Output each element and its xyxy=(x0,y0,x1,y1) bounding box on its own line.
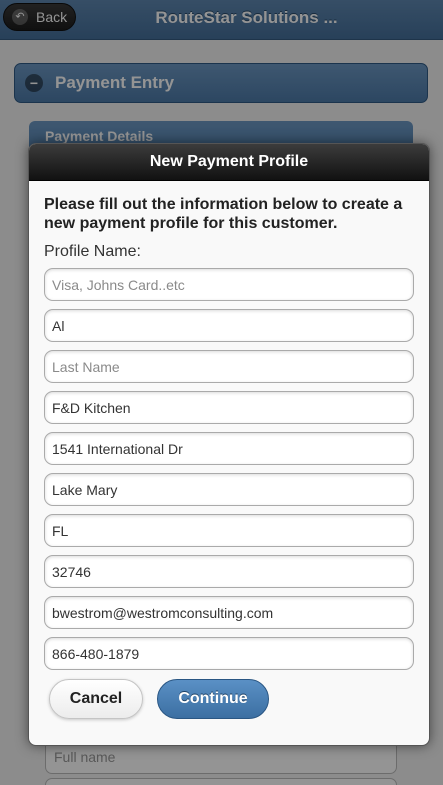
first-name-input[interactable] xyxy=(44,309,414,342)
last-name-input[interactable] xyxy=(44,350,414,383)
new-payment-profile-dialog: New Payment Profile Please fill out the … xyxy=(28,143,430,746)
phone-input[interactable] xyxy=(44,637,414,670)
city-input[interactable] xyxy=(44,473,414,506)
address-input[interactable] xyxy=(44,432,414,465)
dialog-buttons: Cancel Continue xyxy=(44,679,414,719)
dialog-title: New Payment Profile xyxy=(29,144,429,181)
zip-input[interactable] xyxy=(44,555,414,588)
profile-name-label: Profile Name: xyxy=(44,243,141,260)
state-input[interactable] xyxy=(44,514,414,547)
dialog-intro-text: Please fill out the information below to… xyxy=(44,196,403,232)
profile-name-input[interactable] xyxy=(44,268,414,301)
dialog-body: Please fill out the information below to… xyxy=(29,181,429,719)
continue-button[interactable]: Continue xyxy=(157,679,269,719)
cancel-button[interactable]: Cancel xyxy=(49,679,143,719)
company-input[interactable] xyxy=(44,391,414,424)
email-input[interactable] xyxy=(44,596,414,629)
